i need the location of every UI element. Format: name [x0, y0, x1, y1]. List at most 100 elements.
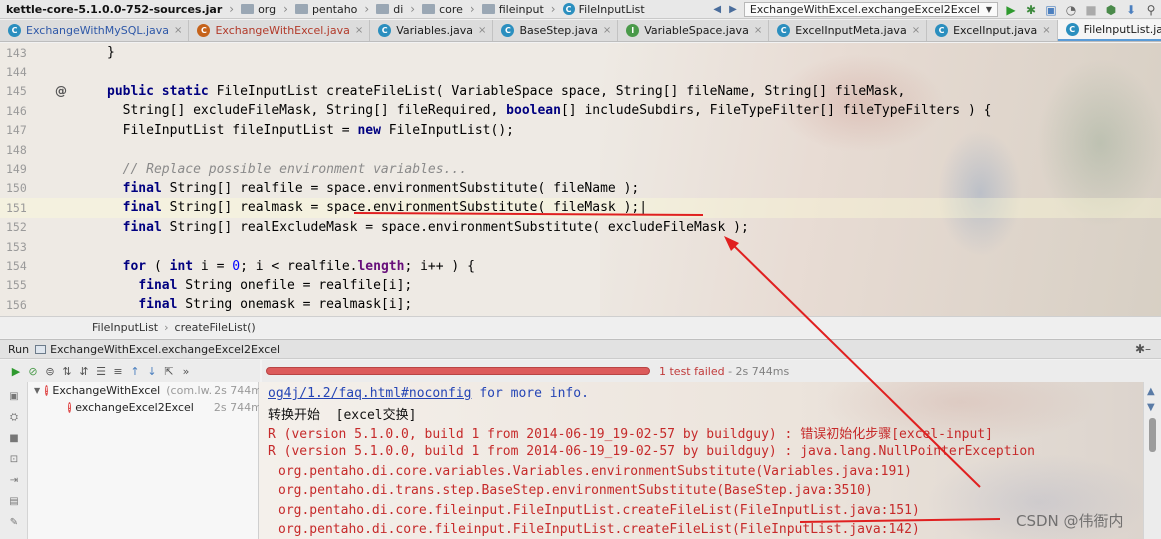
forward-arrow-icon[interactable]: ▶: [729, 4, 737, 15]
tab-excel-input-meta[interactable]: C ExcelInputMeta.java ×: [769, 20, 928, 41]
console-output[interactable]: og4j/1.2/faq.html#noconfig for more info…: [259, 382, 1143, 539]
breadcrumb-class[interactable]: C FileInputList: [561, 0, 647, 18]
back-arrow-icon[interactable]: ◀: [713, 4, 721, 15]
breadcrumb-fileinput[interactable]: fileinput: [480, 0, 546, 18]
code-line: 148: [0, 140, 1161, 159]
code-line-current: 151 final String[] realmask = space.envi…: [0, 198, 1161, 218]
exit-icon[interactable]: ⇥: [6, 473, 22, 487]
breadcrumb-method-item[interactable]: createFileList(): [175, 321, 256, 334]
tab-base-step[interactable]: C BaseStep.java ×: [493, 20, 619, 41]
arrow-down-icon[interactable]: ▼: [1147, 402, 1155, 413]
log4j-link[interactable]: og4j/1.2/faq.html#noconfig: [268, 386, 472, 401]
sort-duration-icon[interactable]: ⇵: [76, 363, 92, 379]
pin-icon[interactable]: ▣: [6, 389, 22, 403]
code-text: final String[] realExcludeMask = space.e…: [122, 219, 749, 235]
arrow-up-icon[interactable]: ↑: [127, 363, 143, 379]
rerun-icon[interactable]: ▶: [8, 363, 24, 379]
collapse-all-icon[interactable]: ≡: [110, 363, 126, 379]
code-text: final String[] realfile = space.environm…: [122, 180, 640, 196]
class-icon: C: [378, 24, 392, 37]
close-icon[interactable]: ×: [754, 25, 762, 36]
layout-icon[interactable]: ▤: [6, 494, 22, 508]
breadcrumb-di[interactable]: di: [374, 0, 405, 18]
run-config-tab[interactable]: ExchangeWithExcel.exchangeExcel2Excel: [50, 343, 280, 356]
arrow-up-icon[interactable]: ▲: [1147, 386, 1155, 397]
gear-icon[interactable]: ✱–: [1135, 342, 1151, 356]
breadcrumb-class-item[interactable]: FileInputList: [92, 321, 158, 334]
close-icon[interactable]: ×: [174, 25, 182, 36]
breadcrumb-label: pentaho: [311, 2, 358, 16]
watermark-text: CSDN @伟衙内: [1016, 512, 1124, 530]
tab-exchange-with-mysql[interactable]: C ExchangeWithMySQL.java ×: [0, 20, 190, 41]
export-icon[interactable]: ⇱: [161, 363, 177, 379]
chevron-down-icon[interactable]: ▼: [34, 386, 40, 395]
override-icon[interactable]: @: [55, 84, 67, 98]
editor-tabs: C ExchangeWithMySQL.java × C ExchangeWithEx…: [0, 20, 1161, 42]
more-icon[interactable]: »: [178, 363, 194, 379]
line-number: 148: [6, 142, 27, 157]
code-line: 144: [0, 62, 1161, 81]
close-icon[interactable]: ×: [912, 25, 920, 36]
test-class-row[interactable]: ▼ ! ExchangeWithExcel (com.lw. 2s 744ms: [28, 382, 268, 399]
passed-filter-icon[interactable]: ⊘: [25, 363, 41, 379]
restore-layout-icon[interactable]: ⊡: [6, 452, 22, 466]
sort-alpha-icon[interactable]: ⇅: [59, 363, 75, 379]
scrollbar-thumb[interactable]: [1149, 418, 1156, 452]
arrow-down-icon[interactable]: ↓: [144, 363, 160, 379]
stop-icon[interactable]: ■: [6, 431, 22, 445]
toolbar-right: ◀ ▶ ExchangeWithExcel.exchangeExcel2Exce…: [703, 0, 1161, 18]
stack-trace-line[interactable]: org.pentaho.di.core.variables.Variables.…: [278, 462, 912, 481]
close-icon[interactable]: ×: [1042, 25, 1050, 36]
debug-icon[interactable]: ✱: [1023, 2, 1039, 17]
breadcrumb-separator: ›: [283, 2, 288, 16]
search-icon[interactable]: ⚲: [1143, 2, 1159, 17]
breadcrumb-org[interactable]: org: [239, 0, 278, 18]
test-runner-toolbar: ▶ ⊘ ⊜ ⇅ ⇵ ☰ ≡ ↑ ↓ ⇱ »: [0, 360, 260, 382]
tab-label: ExcelInputMeta.java: [795, 24, 907, 37]
close-icon[interactable]: ×: [603, 25, 611, 36]
run-icon[interactable]: ▶: [1003, 2, 1019, 17]
close-icon[interactable]: ×: [355, 25, 363, 36]
stack-trace-line[interactable]: org.pentaho.di.core.fileinput.FileInputL…: [278, 520, 920, 539]
ignored-filter-icon[interactable]: ⊜: [42, 363, 58, 379]
close-icon[interactable]: ×: [478, 25, 486, 36]
coverage-icon[interactable]: ▣: [1043, 2, 1059, 17]
expand-all-icon[interactable]: ☰: [93, 363, 109, 379]
test-method-row[interactable]: ! exchangeExcel2Excel 2s 744ms: [28, 399, 268, 416]
tab-variable-space[interactable]: I VariableSpace.java ×: [618, 20, 770, 41]
tab-file-input-list[interactable]: CFileInputList.java×: [1057, 20, 1161, 41]
test-status: 1 test failed - 2s 744ms: [659, 365, 789, 378]
code-text: final String onefile = realfile[i];: [138, 277, 413, 293]
code-line: 153: [0, 237, 1161, 256]
stack-trace-line[interactable]: org.pentaho.di.trans.step.BaseStep.envir…: [278, 481, 873, 500]
folder-icon: [422, 4, 436, 14]
test-status-label: 1 test failed: [659, 364, 725, 378]
breadcrumb-separator: ›: [229, 2, 235, 16]
breadcrumb-core[interactable]: core: [420, 0, 465, 18]
class-icon: C: [197, 24, 211, 37]
breadcrumb-jar[interactable]: kettle-core-5.1.0.0-752-sources.jar: [0, 0, 224, 18]
line-number: 151: [6, 200, 27, 215]
stack-trace-line[interactable]: org.pentaho.di.core.fileinput.FileInputL…: [278, 500, 920, 519]
code-editor[interactable]: 143} 144 145 @ public static FileInputList…: [0, 43, 1161, 316]
test-class-name: ExchangeWithExcel: [52, 384, 161, 397]
breadcrumb-pentaho[interactable]: pentaho: [293, 0, 359, 18]
settings-icon[interactable]: ✎: [6, 515, 22, 529]
test-failed-icon: !: [68, 402, 72, 413]
tab-label: ExchangeWithExcel.java: [215, 24, 350, 37]
console-scrollbar[interactable]: ▲ ▼: [1143, 382, 1161, 539]
dump-threads-icon[interactable]: ⛭: [6, 410, 22, 424]
stop-icon[interactable]: ■: [1083, 2, 1099, 17]
tab-variables[interactable]: C Variables.java ×: [370, 20, 494, 41]
chevron-down-icon: ▼: [985, 5, 992, 14]
tab-exchange-with-excel[interactable]: C ExchangeWithExcel.java ×: [189, 20, 371, 41]
run-configuration-select[interactable]: ExchangeWithExcel.exchangeExcel2Excel ▼: [743, 2, 998, 17]
class-icon: C: [8, 24, 21, 37]
breadcrumb-separator: ›: [364, 2, 370, 16]
build-icon[interactable]: ⬢: [1103, 2, 1119, 17]
breadcrumb-separator: ›: [164, 321, 169, 334]
profile-icon[interactable]: ◔: [1063, 2, 1079, 17]
vcs-icon[interactable]: ⬇: [1123, 2, 1139, 17]
tab-excel-input[interactable]: C ExcelInput.java ×: [927, 20, 1058, 41]
interface-icon: I: [626, 24, 640, 37]
